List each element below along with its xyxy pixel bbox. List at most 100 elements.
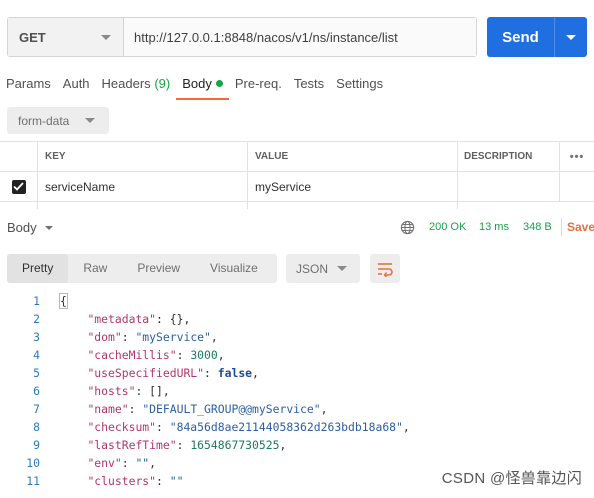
param-key-input[interactable]: serviceName: [38, 172, 248, 201]
line-number: 7: [33, 402, 40, 416]
response-time[interactable]: 13 ms: [479, 221, 509, 233]
request-bar: GET http://127.0.0.1:8848/nacos/v1/ns/in…: [7, 17, 477, 57]
body-type-select[interactable]: form-data: [7, 107, 109, 134]
param-value-input[interactable]: myService: [248, 172, 458, 201]
code-token: : {},: [156, 312, 191, 326]
code-token: "dom": [87, 330, 122, 344]
tab-pre-request[interactable]: Pre-req.: [229, 74, 288, 100]
line-number: 3: [33, 330, 40, 344]
table-row-partial: [0, 202, 594, 209]
response-view-tabs: Pretty Raw Preview Visualize: [7, 254, 277, 283]
code-token: ,: [402, 420, 410, 434]
code-token: 3000: [190, 348, 218, 362]
table-header-row: KEY VALUE DESCRIPTION •••: [0, 142, 594, 172]
line-number: 6: [33, 384, 40, 398]
tab-body[interactable]: Body: [176, 74, 229, 100]
code-text: "lastRefTime": 1654867730525,: [60, 436, 286, 454]
code-text: "hosts": [],: [60, 382, 169, 400]
wrap-lines-icon: [378, 262, 393, 277]
view-tab-raw[interactable]: Raw: [68, 254, 122, 283]
code-token: "DEFAULT_GROUP@@myService": [142, 402, 321, 416]
form-data-table: KEY VALUE DESCRIPTION ••• serviceName my…: [0, 141, 594, 202]
response-body-select[interactable]: Body: [7, 220, 53, 235]
tab-params[interactable]: Params: [0, 74, 57, 100]
row-end-cell: [560, 172, 594, 201]
method-select[interactable]: GET: [8, 18, 124, 56]
view-tab-preview[interactable]: Preview: [122, 254, 195, 283]
response-header: Body 200 OK 13 ms 348 B Save: [0, 212, 594, 242]
tab-tests[interactable]: Tests: [288, 74, 330, 100]
view-tab-visualize[interactable]: Visualize: [195, 254, 273, 283]
code-token: "env": [87, 456, 122, 470]
headers-count-badge: (9): [154, 76, 171, 91]
code-token: ,: [217, 348, 225, 362]
response-body-label: Body: [7, 220, 37, 235]
code-token: :: [156, 420, 170, 434]
checkbox[interactable]: [11, 179, 26, 194]
code-token: ,: [320, 402, 328, 416]
chevron-down-icon: [44, 225, 53, 230]
code-token: "clusters": [87, 474, 157, 488]
table-row: serviceName myService: [0, 172, 594, 202]
code-gutter: [40, 418, 60, 436]
code-text: "metadata": {},: [60, 310, 190, 328]
code-text: "env": "",: [60, 454, 156, 472]
column-header-description: DESCRIPTION: [458, 142, 560, 171]
globe-icon[interactable]: [400, 220, 415, 235]
send-button[interactable]: Send: [487, 17, 555, 57]
save-response-button[interactable]: Save: [567, 220, 594, 234]
code-token: "": [169, 474, 184, 488]
request-tabs: Params Auth Headers (9) Body Pre-req. Te…: [0, 74, 389, 100]
body-type-label: form-data: [18, 113, 70, 128]
code-gutter: [40, 382, 60, 400]
code-gutter: [40, 436, 60, 454]
tab-settings[interactable]: Settings: [330, 74, 389, 100]
code-line: 8 "checksum": "84a56d8ae21144058362d263b…: [0, 418, 594, 436]
tab-headers[interactable]: Headers (9): [96, 74, 177, 100]
url-input[interactable]: http://127.0.0.1:8848/nacos/v1/ns/instan…: [124, 18, 476, 56]
tab-auth[interactable]: Auth: [57, 74, 96, 100]
wrap-lines-button[interactable]: [370, 254, 400, 283]
row-checkbox-cell: [0, 172, 38, 201]
line-number: 11: [26, 474, 40, 488]
partial-cell: [38, 202, 248, 209]
response-size[interactable]: 348 B: [523, 221, 552, 233]
header-checkbox-cell: [0, 142, 38, 171]
chevron-down-icon: [101, 34, 111, 40]
line-number: 2: [33, 312, 40, 326]
watermark: CSDN @怪兽靠边闪: [441, 470, 582, 487]
more-options-icon[interactable]: •••: [560, 142, 594, 171]
code-token: :: [121, 330, 136, 344]
response-format-select[interactable]: JSON: [286, 254, 360, 283]
code-token: "myService": [135, 330, 211, 344]
code-token: false: [217, 366, 253, 380]
code-token: "useSpecifiedURL": [87, 366, 205, 380]
code-line: 1{: [0, 292, 594, 310]
code-gutter: [40, 472, 60, 490]
view-tab-pretty[interactable]: Pretty: [7, 254, 69, 283]
tab-label: Params: [6, 76, 51, 91]
column-header-value: VALUE: [248, 142, 458, 171]
chevron-down-icon: [566, 34, 576, 40]
status-code[interactable]: 200 OK: [429, 221, 466, 233]
check-icon: [13, 182, 24, 191]
code-token: :: [204, 366, 218, 380]
code-token: :: [176, 438, 191, 452]
code-token: "84a56d8ae21144058362d263bdb18a68": [169, 420, 403, 434]
chevron-down-icon: [85, 118, 95, 123]
column-header-key: KEY: [38, 142, 248, 171]
tab-label: Settings: [336, 76, 384, 91]
code-text: "useSpecifiedURL": false,: [60, 364, 258, 382]
tab-label: Body: [182, 76, 212, 91]
status-dot-icon: [215, 80, 223, 87]
param-description-input[interactable]: [458, 172, 560, 201]
code-token: {: [59, 293, 68, 309]
code-token: :: [156, 474, 170, 488]
send-options-button[interactable]: [555, 17, 587, 57]
code-line: 3 "dom": "myService",: [0, 328, 594, 346]
